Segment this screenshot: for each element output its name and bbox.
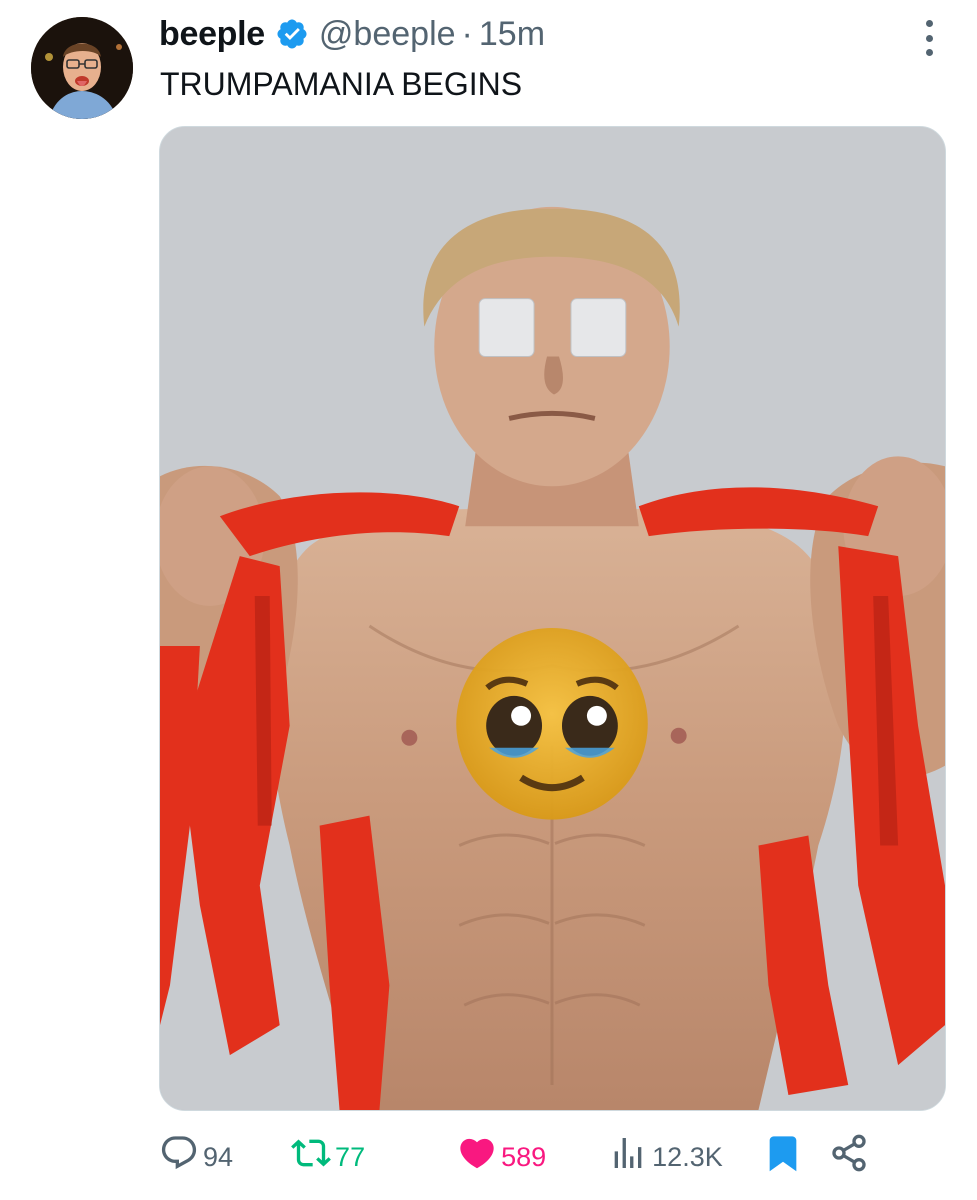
share-icon (829, 1133, 869, 1181)
share-button[interactable] (829, 1133, 869, 1181)
author-handle[interactable]: @beeple (319, 12, 456, 56)
reply-icon (159, 1133, 199, 1181)
avatar-photo (31, 17, 133, 119)
tweet: beeple @beeple · 15m TRUMPAMANIA BEGINS (0, 0, 977, 1200)
reply-count: 94 (203, 1142, 234, 1172)
more-icon[interactable] (921, 20, 937, 56)
verified-badge-icon (275, 17, 309, 51)
avatar[interactable] (31, 17, 133, 119)
tweet-header: beeple @beeple · 15m (159, 12, 545, 56)
retweet-count: 77 (335, 1142, 366, 1172)
tweet-media[interactable] (159, 126, 946, 1111)
retweet-button[interactable]: 77 (291, 1133, 365, 1181)
heart-icon (457, 1133, 497, 1181)
display-name[interactable]: beeple (159, 12, 265, 56)
bookmark-button[interactable] (763, 1133, 803, 1181)
views-icon (608, 1133, 648, 1181)
bookmark-icon (763, 1133, 803, 1181)
views-button[interactable]: 12.3K (608, 1133, 723, 1181)
like-count: 589 (501, 1142, 547, 1172)
photo-image (160, 127, 945, 1110)
separator-dot: · (461, 15, 473, 53)
tweet-text: TRUMPAMANIA BEGINS (160, 66, 523, 102)
timestamp[interactable]: 15m (479, 12, 545, 56)
retweet-icon (291, 1133, 331, 1181)
view-count: 12.3K (652, 1142, 723, 1172)
action-bar: 94 77 589 12.3K (159, 1132, 946, 1182)
like-button[interactable]: 589 (457, 1133, 546, 1181)
reply-button[interactable]: 94 (159, 1133, 233, 1181)
